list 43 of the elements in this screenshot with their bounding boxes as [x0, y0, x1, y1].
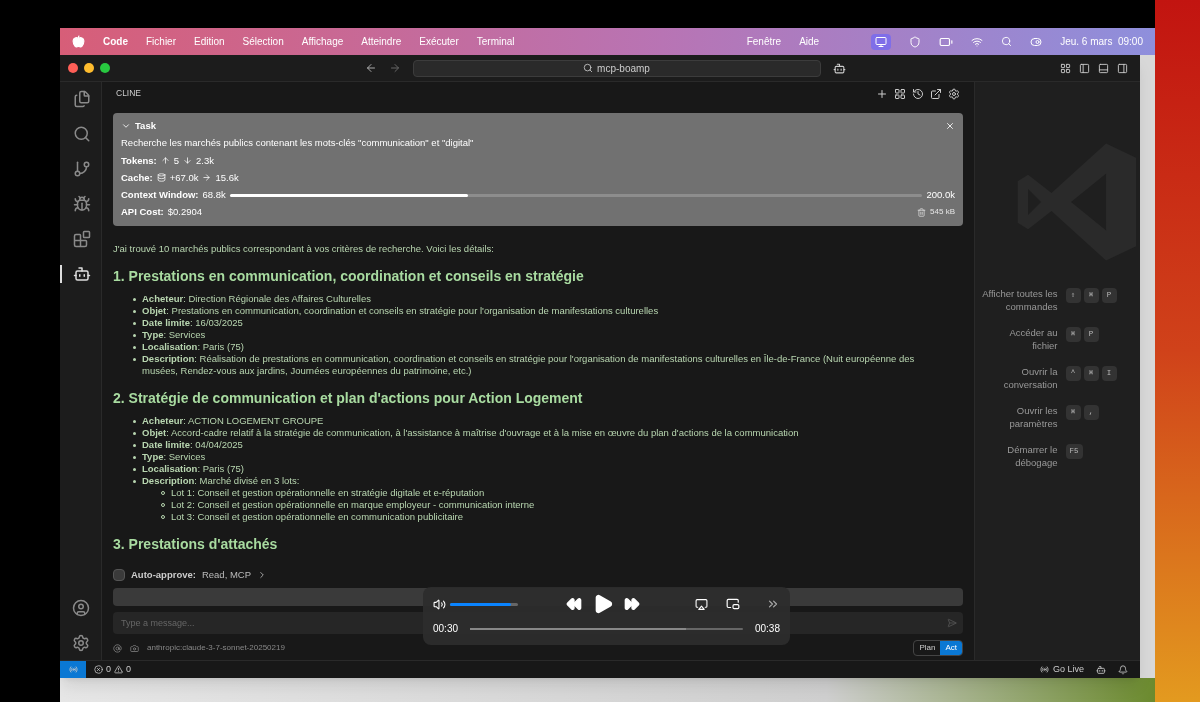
- response-intro: J'ai trouvé 10 marchés publics correspondant à vos critères de recherche. Voici les détails:: [113, 242, 495, 255]
- section-heading: 2. Stratégie de communication et plan d'actions pour Action Logement: [113, 388, 584, 407]
- section-heading: 3. Prestations d'attachés: [113, 534, 279, 553]
- detail-text: Type: Services: [142, 450, 207, 463]
- tokens-out: 2.3k: [196, 153, 214, 168]
- panel-title: CLINE: [116, 87, 142, 100]
- detail-text: Localisation: Paris (75): [142, 340, 245, 353]
- tokens-in: 5: [173, 153, 179, 168]
- cache-read: 15.6k: [215, 170, 239, 185]
- detail-text: Acheteur: Direction Régionale des Affaires Culturelles: [142, 292, 372, 305]
- context-max: 200.0k: [926, 188, 955, 202]
- cost-value: $0.2904: [167, 205, 203, 220]
- detail-text: Description: Marché divisé en 3 lots:: [142, 474, 301, 487]
- detail-text: Type: Services: [142, 328, 207, 341]
- cache-write: +67.0k: [169, 170, 199, 185]
- workspace-name: mcp-boamp: [597, 61, 650, 76]
- cache-label: Cache:: [121, 170, 153, 185]
- lot-text: Lot 3: Conseil et gestion opérationnelle en communication publicitaire: [171, 510, 464, 523]
- detail-text: Acheteur: ACTION LOGEMENT GROUPE: [142, 414, 325, 427]
- shortcut-label: Accéder au fichier: [1008, 326, 1058, 352]
- tokens-label: Tokens:: [121, 153, 157, 168]
- section-heading: 1. Prestations en communication, coordination et conseils en stratégie: [113, 266, 585, 285]
- detail-text: Description: Réalisation de prestations en communication, coordination et conseils en stratégie pour l'organisation de manifestations culturelles en Île-de-France (Nuit européenne des musées, Rendez-vous aux jardins, Journées européennes du patrimoine, etc.): [142, 352, 916, 377]
- shortcut-label: Ouvrir la conversation: [1002, 365, 1058, 391]
- storage-size: 545 kB: [930, 206, 955, 219]
- shortcut-label: Afficher toutes les commandes: [981, 287, 1058, 313]
- task-prompt: Recherche les marchés publics contenant les mots-clés "communication" et "digital": [121, 136, 475, 151]
- detail-text: Localisation: Paris (75): [142, 462, 245, 475]
- shortcut-label: Démarrer le débogage: [1006, 443, 1058, 469]
- lot-text: Lot 2: Conseil et gestion opérationnelle en marque employeur - communication interne: [171, 498, 535, 511]
- elapsed-time: 00:30: [433, 622, 459, 636]
- detail-text: Date limite: 16/03/2025: [142, 316, 244, 329]
- total-time: 00:38: [754, 622, 780, 636]
- shortcut-label: Ouvrir les paramètres: [1008, 404, 1058, 430]
- detail-text: Date limite: 04/04/2025: [142, 438, 244, 451]
- task-label: Task: [135, 119, 156, 133]
- context-label: Context Window:: [121, 188, 199, 202]
- lot-text: Lot 1: Conseil et gestion opérationnelle en stratégie digitale et e-réputation: [171, 486, 485, 499]
- cost-label: API Cost:: [121, 205, 164, 220]
- detail-text: Objet: Accord-cadre relatif à la stratégie de communication, à l'assistance à maîtrise d'ouvrage et à la mise en œuvre du plan d'actions de la communication: [142, 426, 800, 439]
- auto-approve-label: Auto-approve:: [131, 567, 196, 582]
- context-used: 68.8k: [202, 188, 226, 202]
- detail-text: Objet: Prestations en communication, coordination et conseils en stratégie pour l'organisation de manifestations culturelles: [142, 304, 660, 317]
